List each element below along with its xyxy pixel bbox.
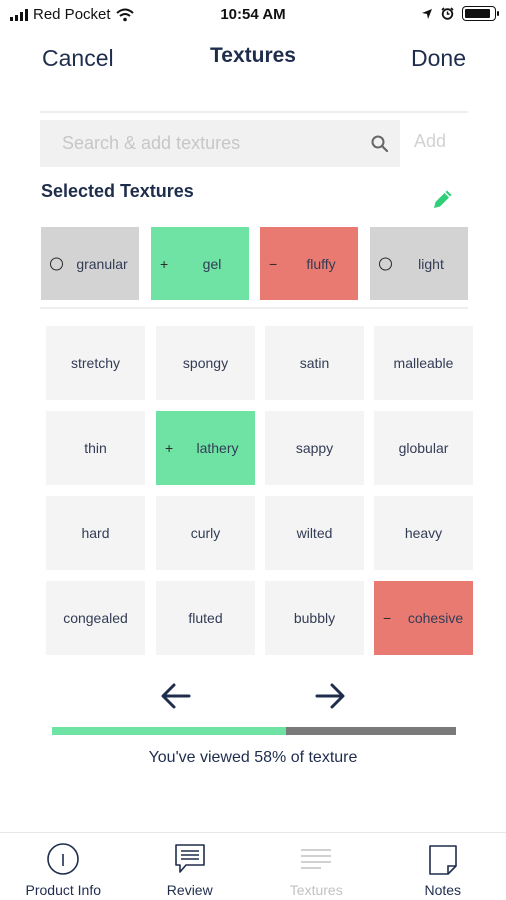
texture-tile[interactable]: satin bbox=[265, 326, 364, 400]
texture-label: satin bbox=[299, 355, 330, 371]
texture-tile-selected[interactable]: − cohesive bbox=[374, 581, 473, 655]
plus-icon: + bbox=[160, 255, 169, 272]
texture-tile[interactable]: heavy bbox=[374, 496, 473, 570]
search-box bbox=[40, 120, 400, 167]
texture-label: spongy bbox=[182, 355, 229, 371]
texture-tile[interactable]: thin bbox=[46, 411, 145, 485]
texture-tile[interactable]: curly bbox=[156, 496, 255, 570]
selected-tile-label: granular bbox=[76, 255, 128, 272]
cancel-button[interactable]: Cancel bbox=[42, 45, 114, 72]
search-icon[interactable] bbox=[370, 134, 390, 154]
tab-product-info[interactable]: Product Info bbox=[0, 833, 127, 900]
texture-label: hard bbox=[81, 525, 110, 541]
battery-icon bbox=[462, 6, 499, 21]
done-button[interactable]: Done bbox=[411, 45, 466, 72]
status-bar: Red Pocket 10:54 AM bbox=[0, 0, 506, 30]
arrow-left-icon bbox=[161, 683, 191, 709]
header-divider bbox=[40, 111, 468, 113]
texture-label: congealed bbox=[63, 610, 128, 626]
texture-label: cohesive bbox=[407, 610, 464, 626]
texture-label: lathery bbox=[196, 440, 239, 456]
texture-label: stretchy bbox=[70, 355, 120, 371]
texture-label: curly bbox=[190, 525, 221, 541]
add-button[interactable]: Add bbox=[414, 131, 446, 152]
tab-notes[interactable]: Notes bbox=[380, 833, 506, 900]
comment-icon bbox=[174, 844, 205, 873]
selected-tile-granular[interactable]: granular bbox=[41, 227, 139, 300]
selected-tile-gel[interactable]: + gel bbox=[151, 227, 249, 300]
nav-bar: Cancel Textures Done bbox=[0, 40, 506, 80]
texture-tile[interactable]: congealed bbox=[46, 581, 145, 655]
tab-label: Product Info bbox=[25, 882, 102, 898]
notes-icon bbox=[428, 845, 457, 875]
battery-level bbox=[465, 9, 491, 18]
search-input[interactable] bbox=[40, 120, 360, 167]
texture-tile[interactable]: wilted bbox=[265, 496, 364, 570]
texture-label: bubbly bbox=[293, 610, 336, 626]
next-page-button[interactable] bbox=[313, 681, 347, 711]
texture-label: sappy bbox=[295, 440, 334, 456]
selected-divider bbox=[40, 307, 468, 309]
selected-tile-label: fluffy bbox=[306, 255, 336, 272]
alarm-icon bbox=[441, 7, 454, 20]
texture-label: globular bbox=[398, 440, 449, 456]
texture-label: fluted bbox=[188, 610, 223, 626]
location-icon bbox=[422, 8, 432, 19]
texture-label: wilted bbox=[296, 525, 333, 541]
minus-icon: − bbox=[383, 610, 392, 626]
selected-tile-light[interactable]: light bbox=[370, 227, 468, 300]
neutral-circle-icon bbox=[379, 257, 392, 270]
tab-label: Review bbox=[166, 882, 213, 898]
texture-label: heavy bbox=[404, 525, 443, 541]
tab-bar: Product Info Review Textures Notes bbox=[0, 832, 506, 900]
arrow-right-icon bbox=[315, 683, 345, 709]
progress-fill bbox=[52, 727, 287, 735]
texture-label: malleable bbox=[393, 355, 454, 371]
minus-icon: − bbox=[269, 255, 278, 272]
texture-tile[interactable]: bubbly bbox=[265, 581, 364, 655]
texture-tile[interactable]: spongy bbox=[156, 326, 255, 400]
selected-tile-fluffy[interactable]: − fluffy bbox=[260, 227, 358, 300]
selected-tile-label: gel bbox=[202, 255, 222, 272]
neutral-circle-icon bbox=[50, 257, 63, 270]
selected-textures-label: Selected Textures bbox=[41, 181, 194, 201]
progress-text: You've viewed 58% of texture bbox=[148, 749, 358, 766]
info-icon bbox=[47, 843, 80, 875]
tab-label: Textures bbox=[289, 882, 343, 898]
tab-textures[interactable]: Textures bbox=[253, 833, 380, 900]
texture-tile[interactable]: hard bbox=[46, 496, 145, 570]
texture-tile[interactable]: stretchy bbox=[46, 326, 145, 400]
texture-tile[interactable]: malleable bbox=[374, 326, 473, 400]
tab-review[interactable]: Review bbox=[127, 833, 254, 900]
tab-label: Notes bbox=[424, 882, 462, 898]
selected-tile-label: light bbox=[418, 255, 444, 272]
prev-page-button[interactable] bbox=[159, 681, 193, 711]
status-right bbox=[421, 6, 499, 21]
lines-icon bbox=[301, 849, 332, 869]
pencil-icon[interactable] bbox=[430, 186, 456, 212]
texture-tile-selected[interactable]: + lathery bbox=[156, 411, 255, 485]
progress-bar bbox=[52, 727, 456, 735]
texture-label: thin bbox=[84, 440, 107, 456]
plus-icon: + bbox=[165, 440, 174, 456]
texture-tile[interactable]: globular bbox=[374, 411, 473, 485]
texture-tile[interactable]: sappy bbox=[265, 411, 364, 485]
texture-tile[interactable]: fluted bbox=[156, 581, 255, 655]
